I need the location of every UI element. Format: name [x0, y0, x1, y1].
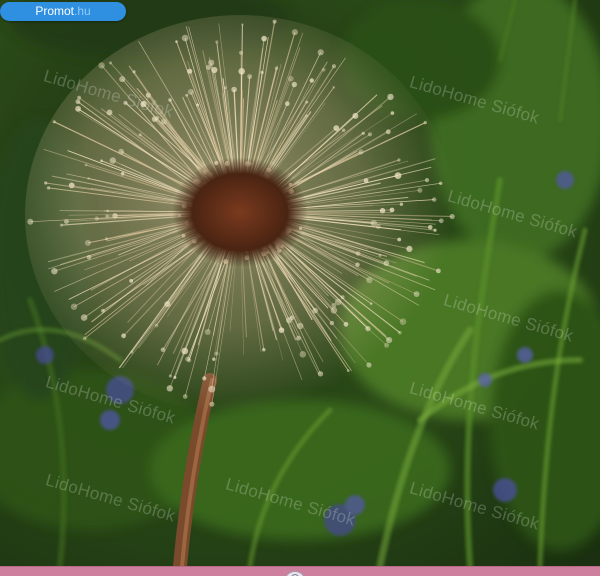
promot-badge[interactable]: Promot.hu	[0, 2, 126, 21]
bottom-bar	[0, 566, 600, 576]
pull-tab-handle[interactable]	[284, 571, 306, 576]
badge-site: Promot	[35, 4, 74, 18]
image-viewer: Promot.hu LidoHome Siófok LidoHome Siófo…	[0, 0, 600, 576]
badge-tld: .hu	[74, 4, 91, 18]
dandelion-photo	[0, 0, 600, 566]
